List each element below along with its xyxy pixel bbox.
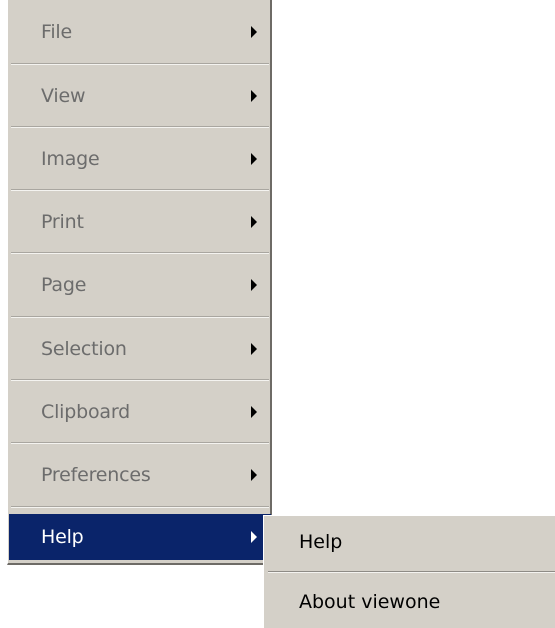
menu-item-image[interactable]: Image [9, 129, 271, 189]
chevron-right-icon [251, 469, 257, 481]
menu-item-label: Print [41, 211, 84, 233]
chevron-right-icon [251, 90, 257, 102]
menu-separator [11, 506, 269, 508]
menu-separator [11, 252, 269, 254]
menu-separator [11, 442, 269, 444]
menu-separator [11, 63, 269, 65]
menu-item-label: Page [41, 274, 87, 296]
menu-separator [11, 126, 269, 128]
menu-item-label: Help [41, 526, 84, 548]
chevron-right-icon [251, 343, 257, 355]
menu-item-view[interactable]: View [9, 66, 271, 126]
chevron-right-icon [251, 26, 257, 38]
menu-item-selection[interactable]: Selection [9, 319, 271, 379]
menu-item-file[interactable]: File [9, 2, 271, 62]
help-submenu: Help About viewone [263, 515, 555, 628]
menu-item-clipboard[interactable]: Clipboard [9, 382, 271, 442]
menu-item-label: Image [41, 148, 100, 170]
submenu-item-help[interactable]: Help [264, 516, 555, 568]
menu-item-help[interactable]: Help [9, 514, 271, 560]
context-menu: File View Image Print Page Selection Cli… [7, 0, 272, 565]
menu-item-label: Preferences [41, 464, 151, 486]
chevron-right-icon [251, 406, 257, 418]
chevron-right-icon [251, 279, 257, 291]
menu-item-label: Selection [41, 338, 127, 360]
menu-separator [11, 189, 269, 191]
submenu-item-label: Help [299, 531, 343, 553]
menu-item-label: View [41, 85, 86, 107]
chevron-right-icon [251, 153, 257, 165]
menu-item-page[interactable]: Page [9, 255, 271, 315]
menu-item-label: File [41, 21, 72, 43]
submenu-separator [268, 571, 555, 573]
menu-separator [11, 316, 269, 318]
chevron-right-icon [251, 531, 257, 543]
menu-item-preferences[interactable]: Preferences [9, 445, 271, 505]
menu-item-print[interactable]: Print [9, 192, 271, 252]
chevron-right-icon [251, 216, 257, 228]
submenu-item-label: About viewone [299, 591, 441, 613]
menu-item-label: Clipboard [41, 401, 130, 423]
menu-separator [11, 379, 269, 381]
submenu-item-about[interactable]: About viewone [264, 576, 555, 628]
